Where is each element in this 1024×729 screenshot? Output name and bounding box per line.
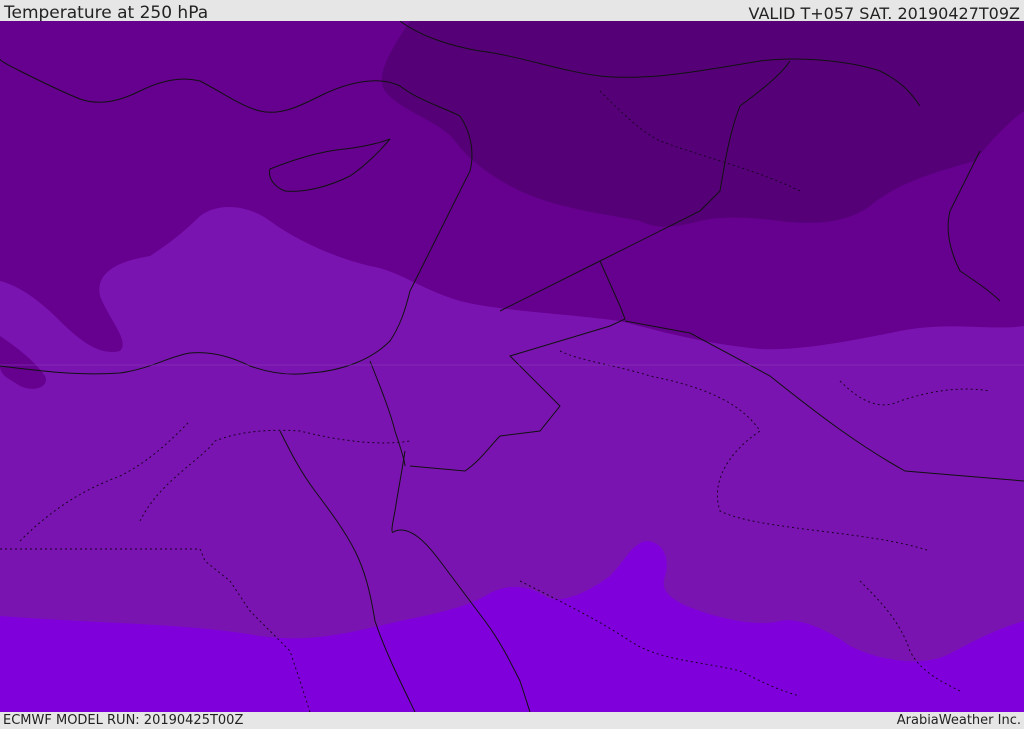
bottom-bar: ECMWF MODEL RUN: 20190425T00Z ArabiaWeat…	[0, 712, 1024, 729]
model-run-label: ECMWF MODEL RUN: 20190425T00Z	[3, 713, 244, 728]
temperature-map-svg	[0, 21, 1024, 712]
credit-label: ArabiaWeather Inc.	[896, 713, 1021, 728]
top-bar: Temperature at 250 hPa VALID T+057 SAT. …	[0, 0, 1024, 23]
weather-map	[0, 21, 1024, 712]
